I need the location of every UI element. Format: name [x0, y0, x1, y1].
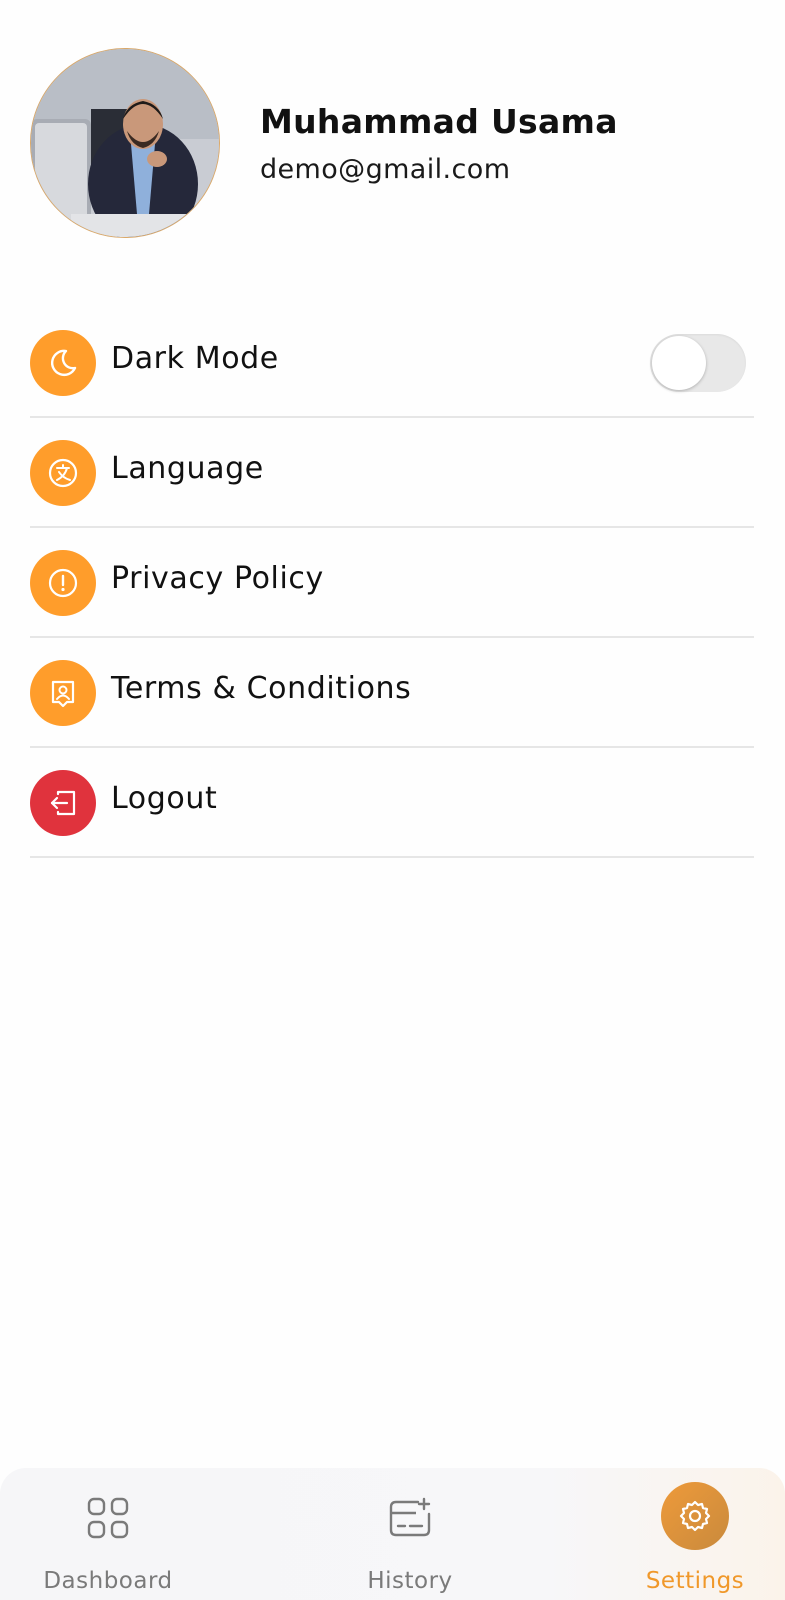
nav-settings-label: Settings — [645, 1568, 745, 1594]
grid-icon — [86, 1496, 130, 1540]
profile-header: Muhammad Usama demo@gmail.com — [30, 48, 750, 240]
dark-mode-row[interactable]: Dark Mode — [30, 308, 754, 418]
language-label: Language — [111, 451, 264, 486]
avatar-photo — [31, 49, 219, 237]
terms-conditions-row[interactable]: Terms & Conditions — [30, 638, 754, 748]
settings-list: Dark Mode Language Privacy Policy Terms … — [30, 308, 754, 858]
history-card-icon — [388, 1496, 432, 1540]
toggle-knob — [652, 336, 706, 390]
nav-settings[interactable]: Settings — [595, 1468, 785, 1600]
moon-icon — [30, 330, 96, 396]
logout-row[interactable]: Logout — [30, 748, 754, 858]
nav-dashboard-label: Dashboard — [43, 1568, 173, 1594]
language-row[interactable]: Language — [30, 418, 754, 528]
dark-mode-label: Dark Mode — [111, 341, 279, 376]
nav-dashboard[interactable]: Dashboard — [8, 1468, 208, 1600]
user-document-icon — [30, 660, 96, 726]
translate-icon — [30, 440, 96, 506]
dark-mode-toggle[interactable] — [650, 334, 746, 392]
profile-name: Muhammad Usama — [260, 102, 618, 141]
avatar[interactable] — [30, 48, 220, 238]
gear-icon — [661, 1482, 729, 1550]
privacy-policy-label: Privacy Policy — [111, 561, 324, 596]
terms-conditions-label: Terms & Conditions — [111, 671, 412, 706]
info-alert-icon — [30, 550, 96, 616]
logout-icon — [30, 770, 96, 836]
profile-email: demo@gmail.com — [260, 154, 511, 185]
nav-history[interactable]: History — [310, 1468, 510, 1600]
privacy-policy-row[interactable]: Privacy Policy — [30, 528, 754, 638]
nav-history-label: History — [367, 1568, 453, 1594]
settings-screen: Muhammad Usama demo@gmail.com Dark Mode — [0, 0, 785, 1600]
bottom-nav: Dashboard History Settings — [0, 1468, 785, 1600]
logout-label: Logout — [111, 781, 218, 816]
